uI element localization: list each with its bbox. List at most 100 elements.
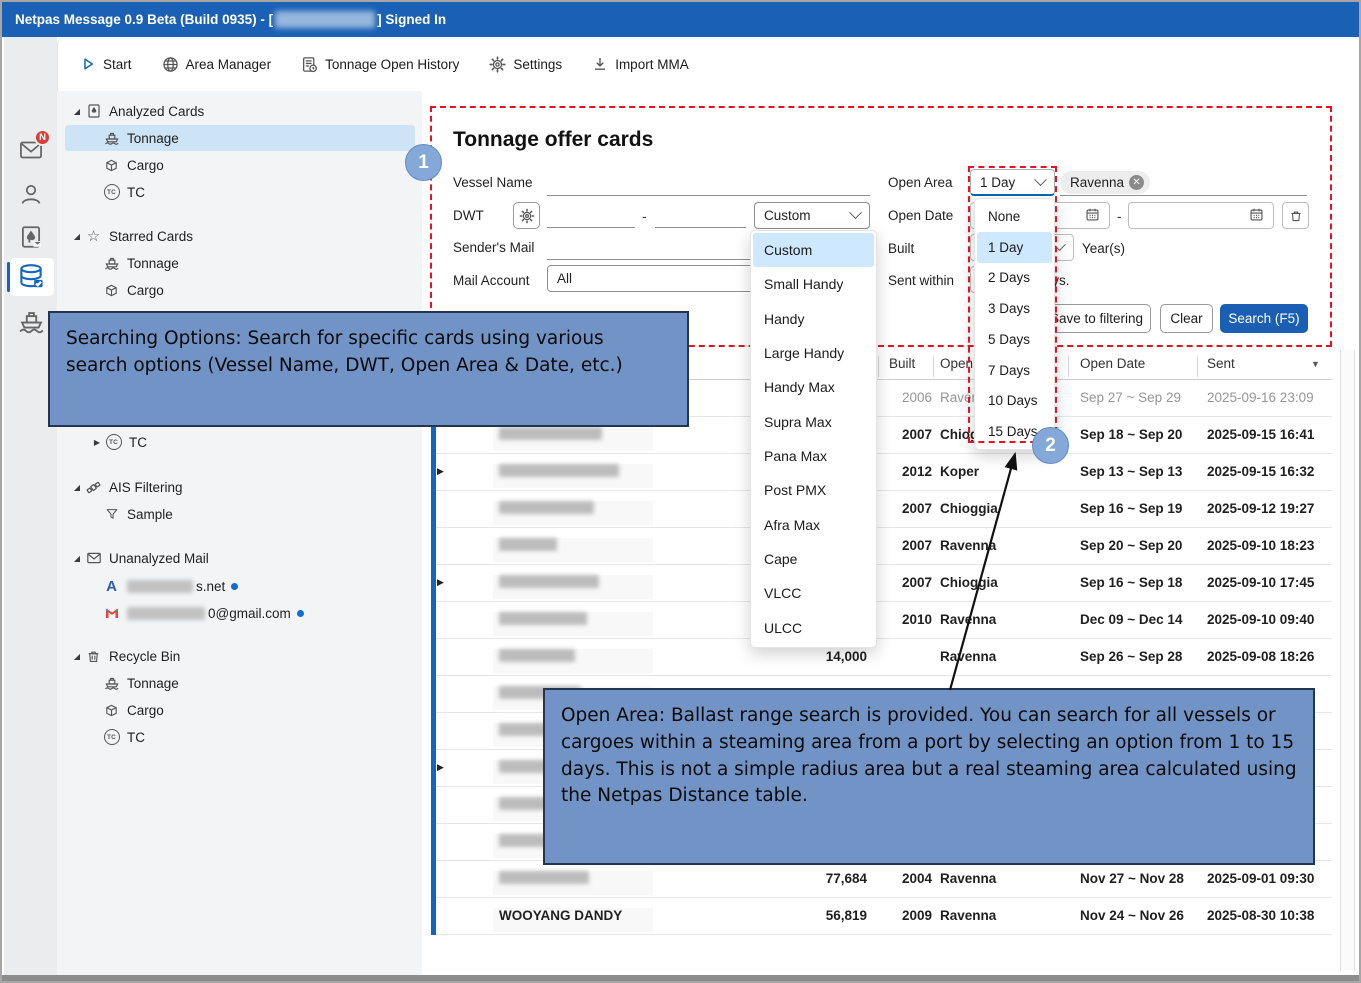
expander-icon[interactable]: ▶ [91,438,103,447]
dropdown-option[interactable]: 7 Days [977,355,1052,386]
dropdown-option[interactable]: 1 Day [977,232,1052,263]
dwt-min-input[interactable] [547,202,635,228]
import-mma-button[interactable]: Import MMA [592,56,689,72]
table-row[interactable]: ▶ 2007 Chioggia Sep 16 ~ Sep 19 2025-09-… [431,491,1332,528]
dropdown-option[interactable]: None [977,201,1052,232]
analyzed-cards-nav-icon[interactable] [17,223,45,251]
gear-icon [489,56,506,73]
dropdown-option[interactable]: ULCC [753,611,874,645]
calendar-icon[interactable] [1085,207,1100,225]
tree-item-recycle-cargo[interactable]: Cargo [65,697,415,723]
vertical-scrollbar[interactable] [1340,350,1355,971]
dropdown-option[interactable]: Pana Max [753,439,874,473]
sent-cell: 2025-08-30 10:38 [1207,908,1314,923]
expander-icon[interactable]: ◢ [71,107,83,116]
dropdown-option[interactable]: VLCC [753,576,874,610]
vessel-nav-icon[interactable] [17,306,45,334]
tree-item-tonnage-selected[interactable]: Tonnage [65,125,415,151]
dropdown-option[interactable]: Small Handy [753,267,874,301]
tree-item-cargo[interactable]: Cargo [65,152,415,178]
open-date-cell: Nov 24 ~ Nov 26 [1080,908,1184,923]
table-row[interactable]: ▶ 2007 Chioggia Sep 16 ~ Sep 18 2025-09-… [431,565,1332,602]
table-row[interactable]: ▶ 77,684 2004 Ravenna Nov 27 ~ Nov 28 20… [431,861,1332,898]
dropdown-option[interactable]: Handy [753,302,874,336]
redacted-vessel-name [499,871,589,884]
clear-dates-button[interactable] [1282,202,1309,229]
title-bar: Netpas Message 0.9 Beta (Build 0935) - [… [2,2,1359,37]
expander-icon[interactable]: ◢ [71,232,83,241]
tree-label: Cargo [127,283,164,298]
tonnage-open-history-button[interactable]: Tonnage Open History [301,56,459,73]
table-row[interactable]: ▶ 2010 Ravenna Dec 09 ~ Dec 14 2025-09-1… [431,602,1332,639]
dropdown-option[interactable]: Afra Max [753,508,874,542]
expander-icon[interactable]: ◢ [71,652,83,661]
tree-item-starred-cards[interactable]: ◢ ☆ Starred Cards [65,223,415,249]
remove-tag-icon[interactable]: ✕ [1129,175,1144,190]
column-header-built[interactable]: Built [889,356,915,371]
table-accent-bar [431,380,436,935]
redacted-email [127,607,205,620]
calendar-icon[interactable] [1249,207,1264,225]
open-area-callout: Open Area: Ballast range search is provi… [543,688,1315,865]
table-row[interactable]: ▶ 2007 Ravenna Sep 20 ~ Sep 20 2025-09-1… [431,528,1332,565]
table-row[interactable]: ▶ 14,000 Ravenna Sep 26 ~ Sep 28 2025-09… [431,639,1332,676]
open-date-to-input[interactable] [1128,202,1274,229]
dropdown-option[interactable]: Supra Max [753,405,874,439]
row-expander-icon[interactable]: ▶ [437,762,444,773]
tree-item-recycle-bin[interactable]: ◢ Recycle Bin [65,643,415,669]
dwt-preset-select[interactable]: Custom [754,202,870,229]
tree-item-starred-tc[interactable]: ▶ TC TC [65,429,415,455]
dropdown-option[interactable]: Handy Max [753,370,874,404]
table-row[interactable]: ▶ 2012 Koper Sep 13 ~ Sep 13 2025-09-15 … [431,454,1332,491]
redacted-vessel-name [499,538,557,551]
settings-button[interactable]: Settings [489,56,562,73]
tree-item-recycle-tonnage[interactable]: Tonnage [65,670,415,696]
dropdown-option[interactable]: Custom [753,233,874,267]
dwt-settings-button[interactable] [513,202,540,229]
page-title: Tonnage offer cards [453,128,653,152]
search-button[interactable]: Search (F5) [1220,304,1308,333]
tree-item-starred-tonnage[interactable]: Tonnage [65,250,415,276]
column-header-open-date[interactable]: Open Date [1080,356,1145,371]
tree-item-recycle-tc[interactable]: TC TC [65,724,415,750]
dropdown-option[interactable]: 5 Days [977,324,1052,355]
open-port-cell: Ravenna [940,612,996,627]
dropdown-option[interactable]: Large Handy [753,336,874,370]
expander-icon[interactable]: ◢ [71,554,83,563]
start-button[interactable]: Start [80,56,132,72]
tree-item-analyzed-cards[interactable]: ◢ Analyzed Cards [65,98,415,124]
column-header-sent[interactable]: Sent [1207,356,1235,371]
tree-label: Tonnage [127,131,179,146]
tree-item-ais-sample[interactable]: Sample [65,501,415,527]
vessel-name-input[interactable] [547,170,870,196]
dropdown-option[interactable]: Post PMX [753,473,874,507]
dropdown-option[interactable]: 3 Days [977,293,1052,324]
tree-item-mail-account-1[interactable]: A s.net [65,573,415,599]
card-database-nav-icon[interactable] [17,262,45,290]
row-expander-icon[interactable]: ▶ [437,577,444,588]
port-tag-ravenna[interactable]: Ravenna ✕ [1060,171,1150,194]
clear-button[interactable]: Clear [1160,304,1213,333]
tree-item-unanalyzed-mail[interactable]: ◢ Unanalyzed Mail [65,545,415,571]
tree-item-tc[interactable]: TC TC [65,179,415,205]
area-manager-button[interactable]: Area Manager [162,56,272,73]
contacts-nav-icon[interactable] [17,181,45,209]
open-date-cell: Sep 18 ~ Sep 20 [1080,427,1182,442]
open-area-select[interactable]: 1 Day [970,169,1055,196]
expander-icon[interactable]: ◢ [71,483,83,492]
dropdown-option[interactable]: 2 Days [977,263,1052,294]
table-row[interactable]: ▶ WOOYANG DANDY 56,819 2009 Ravenna Nov … [431,898,1332,935]
dropdown-option[interactable]: Cape [753,542,874,576]
sort-descending-icon[interactable]: ▼ [1311,359,1320,369]
tree-label: TC [127,185,145,200]
tree-item-mail-account-2[interactable]: 0@gmail.com [65,600,415,626]
dropdown-option[interactable]: 10 Days [977,386,1052,417]
row-expander-icon[interactable]: ▶ [437,466,444,477]
step-2-badge: 2 [1032,427,1069,464]
sent-cell: 2025-09-16 23:09 [1207,390,1314,405]
save-to-filtering-button[interactable]: Save to filtering [1042,304,1151,333]
tree-item-ais-filtering[interactable]: ◢ AIS Filtering [65,474,415,500]
dwt-max-input[interactable] [655,202,746,228]
open-port-cell: Koper [940,464,979,479]
tree-item-starred-cargo[interactable]: Cargo [65,277,415,303]
